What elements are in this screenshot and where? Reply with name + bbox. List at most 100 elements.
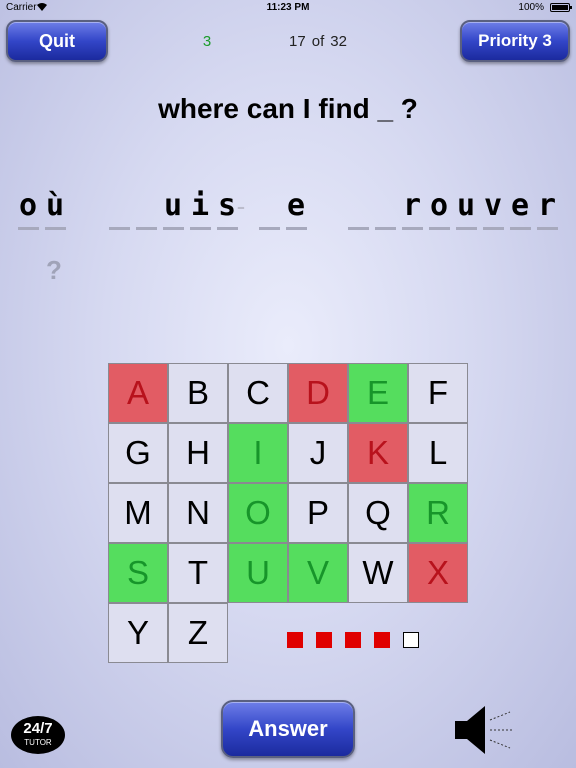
slot-letter: [106, 190, 132, 222]
phrase-slot: [345, 190, 371, 230]
slot-letter: [256, 190, 282, 222]
letter-key-c[interactable]: C: [228, 363, 288, 423]
phrase-slot: v: [480, 190, 506, 230]
letter-key-k[interactable]: K: [348, 423, 408, 483]
logo-line-1: 24/7: [23, 720, 53, 737]
slot-underline: [402, 227, 423, 230]
speaker-icon[interactable]: [452, 702, 516, 758]
slot-letter: e: [286, 188, 306, 223]
letter-key-h[interactable]: H: [168, 423, 228, 483]
letter-key-y[interactable]: Y: [108, 603, 168, 663]
letter-key-p[interactable]: P: [288, 483, 348, 543]
slot-letter: o: [429, 188, 449, 223]
letter-key-n[interactable]: N: [168, 483, 228, 543]
letter-key-i[interactable]: I: [228, 423, 288, 483]
letter-key-b[interactable]: B: [168, 363, 228, 423]
phrase-slot: r: [534, 190, 560, 230]
priority-button[interactable]: Priority 3: [460, 20, 570, 62]
letter-key-t[interactable]: T: [168, 543, 228, 603]
letter-key-v[interactable]: V: [288, 543, 348, 603]
slot-underline: [286, 227, 307, 230]
letter-key-e[interactable]: E: [348, 363, 408, 423]
letter-key-g[interactable]: G: [108, 423, 168, 483]
slot-underline: [109, 227, 130, 230]
slot-underline: [375, 227, 396, 230]
tutor-logo: 24/7 TUTOR: [11, 716, 65, 754]
phrase-slot: o: [15, 190, 41, 230]
phrase-slot: [256, 190, 282, 230]
score-counter: 3: [202, 33, 212, 50]
slot-underline: [456, 227, 477, 230]
status-bar: Carrier 11:23 PM 100%: [0, 0, 576, 16]
letter-key-l[interactable]: L: [408, 423, 468, 483]
slot-underline: [348, 227, 369, 230]
slot-letter: o: [18, 188, 38, 223]
question-prompt: where can I find _ ?: [158, 93, 418, 124]
slot-underline: [537, 227, 558, 230]
phrase-slot: e: [507, 190, 533, 230]
slot-letter: ù: [45, 188, 65, 223]
slot-underline: [18, 227, 39, 230]
letter-key-m[interactable]: M: [108, 483, 168, 543]
word-separator: -: [236, 191, 246, 221]
phrase-slot: [372, 190, 398, 230]
phrase-slot: r: [399, 190, 425, 230]
letter-key-j[interactable]: J: [288, 423, 348, 483]
battery-percent: 100%: [518, 2, 544, 13]
slot-letter: e: [510, 188, 530, 223]
slot-letter: u: [163, 188, 183, 223]
question-progress: 17 of 32: [270, 33, 366, 50]
phrase-slot: [133, 190, 159, 230]
answer-button[interactable]: Answer: [221, 700, 355, 758]
slot-underline: [136, 227, 157, 230]
slot-letter: i: [190, 188, 210, 223]
slot-underline: [259, 227, 280, 230]
progress-of: of: [311, 33, 325, 50]
letter-key-q[interactable]: Q: [348, 483, 408, 543]
letter-key-d[interactable]: D: [288, 363, 348, 423]
phrase-slot: ù: [42, 190, 68, 230]
logo-line-2: TUTOR: [24, 738, 52, 747]
phrase-slot: u: [453, 190, 479, 230]
phrase-slot: -: [228, 190, 254, 230]
slot-underline: [483, 227, 504, 230]
attempt-used: [287, 632, 303, 648]
slot-letter: [133, 190, 159, 222]
letter-key-f[interactable]: F: [408, 363, 468, 423]
slot-letter: r: [537, 188, 557, 223]
slot-letter: u: [456, 188, 476, 223]
letter-key-o[interactable]: O: [228, 483, 288, 543]
phrase-slot: [106, 190, 132, 230]
progress-total: 32: [330, 33, 347, 50]
hint-marker[interactable]: ?: [46, 255, 62, 286]
slot-letter: [345, 190, 371, 222]
battery-icon: [550, 3, 572, 12]
letter-key-x[interactable]: X: [408, 543, 468, 603]
slot-underline: [45, 227, 66, 230]
attempt-used: [345, 632, 361, 648]
attempt-used: [316, 632, 332, 648]
letter-key-a[interactable]: A: [108, 363, 168, 423]
letter-key-s[interactable]: S: [108, 543, 168, 603]
letter-key-u[interactable]: U: [228, 543, 288, 603]
answer-phrase: oùuis-erouver: [0, 190, 576, 230]
letter-key-r[interactable]: R: [408, 483, 468, 543]
slot-underline: [429, 227, 450, 230]
clock: 11:23 PM: [266, 2, 310, 13]
slot-letter: v: [483, 188, 503, 223]
slot-letter: [372, 190, 398, 222]
slot-underline: [163, 227, 184, 230]
phrase-slot: i: [187, 190, 213, 230]
slot-underline: [190, 227, 211, 230]
phrase-slot: u: [160, 190, 186, 230]
letter-keyboard: ABCDEF GHIJKL MNOPQR STUVWX YZ: [108, 363, 468, 663]
letter-key-w[interactable]: W: [348, 543, 408, 603]
progress-current: 17: [289, 33, 306, 50]
quit-button[interactable]: Quit: [6, 20, 108, 62]
attempt-used: [374, 632, 390, 648]
slot-letter: r: [402, 188, 422, 223]
letter-key-z[interactable]: Z: [168, 603, 228, 663]
attempt-remaining: [403, 632, 419, 648]
phrase-slot: o: [426, 190, 452, 230]
phrase-slot: e: [283, 190, 309, 230]
